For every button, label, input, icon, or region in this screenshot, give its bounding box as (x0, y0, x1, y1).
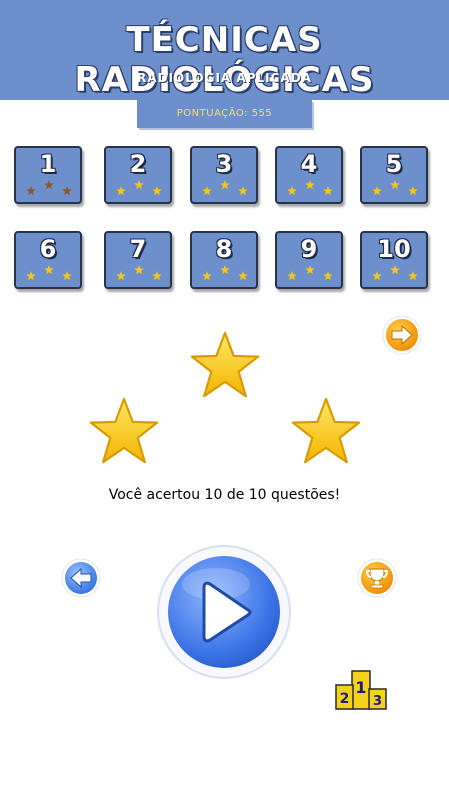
star-icon (202, 186, 212, 196)
star-icon (134, 180, 144, 190)
star-icon (390, 265, 400, 275)
star-icon (287, 186, 297, 196)
next-button[interactable] (381, 314, 423, 356)
level-button-6[interactable]: 6 (14, 231, 82, 289)
level-button-5[interactable]: 5 (360, 146, 428, 204)
star-icon (390, 180, 400, 190)
trophy-button[interactable] (356, 557, 398, 599)
star-icon (372, 186, 382, 196)
star-icon (152, 186, 162, 196)
result-star-left (89, 397, 159, 464)
result-message: Você acertou 10 de 10 questões! (108, 487, 341, 503)
star-icon (305, 180, 315, 190)
level-button-10[interactable]: 10 (360, 231, 428, 289)
star-icon (287, 271, 297, 281)
star-icon (408, 186, 418, 196)
star-icon (408, 271, 418, 281)
level-number: 7 (129, 235, 147, 263)
level-number: 3 (215, 150, 233, 178)
level-button-3[interactable]: 3 (190, 146, 258, 204)
svg-text:2: 2 (340, 691, 350, 707)
level-button-8[interactable]: 8 (190, 231, 258, 289)
level-grid: 1 2 3 4 5 6 7 8 9 10 (0, 0, 449, 300)
star-icon (323, 271, 333, 281)
star-icon (238, 186, 248, 196)
level-button-4[interactable]: 4 (275, 146, 343, 204)
star-icon (116, 271, 126, 281)
star-icon (116, 186, 126, 196)
level-stars (362, 178, 426, 198)
level-number: 2 (129, 150, 147, 178)
level-button-1[interactable]: 1 (14, 146, 82, 204)
level-number: 4 (300, 150, 318, 178)
star-icon (238, 271, 248, 281)
svg-text:3: 3 (373, 694, 382, 709)
star-icon (220, 180, 230, 190)
level-number: 5 (385, 150, 403, 178)
star-icon (372, 271, 382, 281)
star-icon (220, 265, 230, 275)
level-stars (192, 178, 256, 198)
level-number: 9 (300, 235, 318, 263)
level-number: 10 (377, 235, 411, 263)
level-stars (277, 178, 341, 198)
star-icon (62, 186, 72, 196)
star-icon (202, 271, 212, 281)
level-button-7[interactable]: 7 (104, 231, 172, 289)
level-button-9[interactable]: 9 (275, 231, 343, 289)
ranking-button[interactable]: 1 2 3 (333, 667, 389, 711)
level-number: 1 (39, 150, 57, 178)
result-star-right (291, 397, 361, 464)
star-icon (305, 265, 315, 275)
star-icon (26, 186, 36, 196)
result-star-center (190, 331, 260, 398)
star-icon (44, 180, 54, 190)
level-stars (16, 263, 80, 283)
level-stars (106, 263, 170, 283)
star-icon (134, 265, 144, 275)
svg-text:1: 1 (355, 678, 366, 697)
level-stars (192, 263, 256, 283)
star-icon (152, 271, 162, 281)
podium-icon: 1 2 3 (335, 670, 387, 710)
level-number: 6 (39, 235, 57, 263)
level-number: 8 (215, 235, 233, 263)
star-icon (26, 271, 36, 281)
star-icon (62, 271, 72, 281)
back-button[interactable] (60, 557, 102, 599)
level-stars (277, 263, 341, 283)
play-button[interactable] (156, 544, 292, 680)
star-icon (323, 186, 333, 196)
star-icon (44, 265, 54, 275)
level-button-2[interactable]: 2 (104, 146, 172, 204)
level-stars (16, 178, 80, 198)
level-stars (106, 178, 170, 198)
level-stars (362, 263, 426, 283)
